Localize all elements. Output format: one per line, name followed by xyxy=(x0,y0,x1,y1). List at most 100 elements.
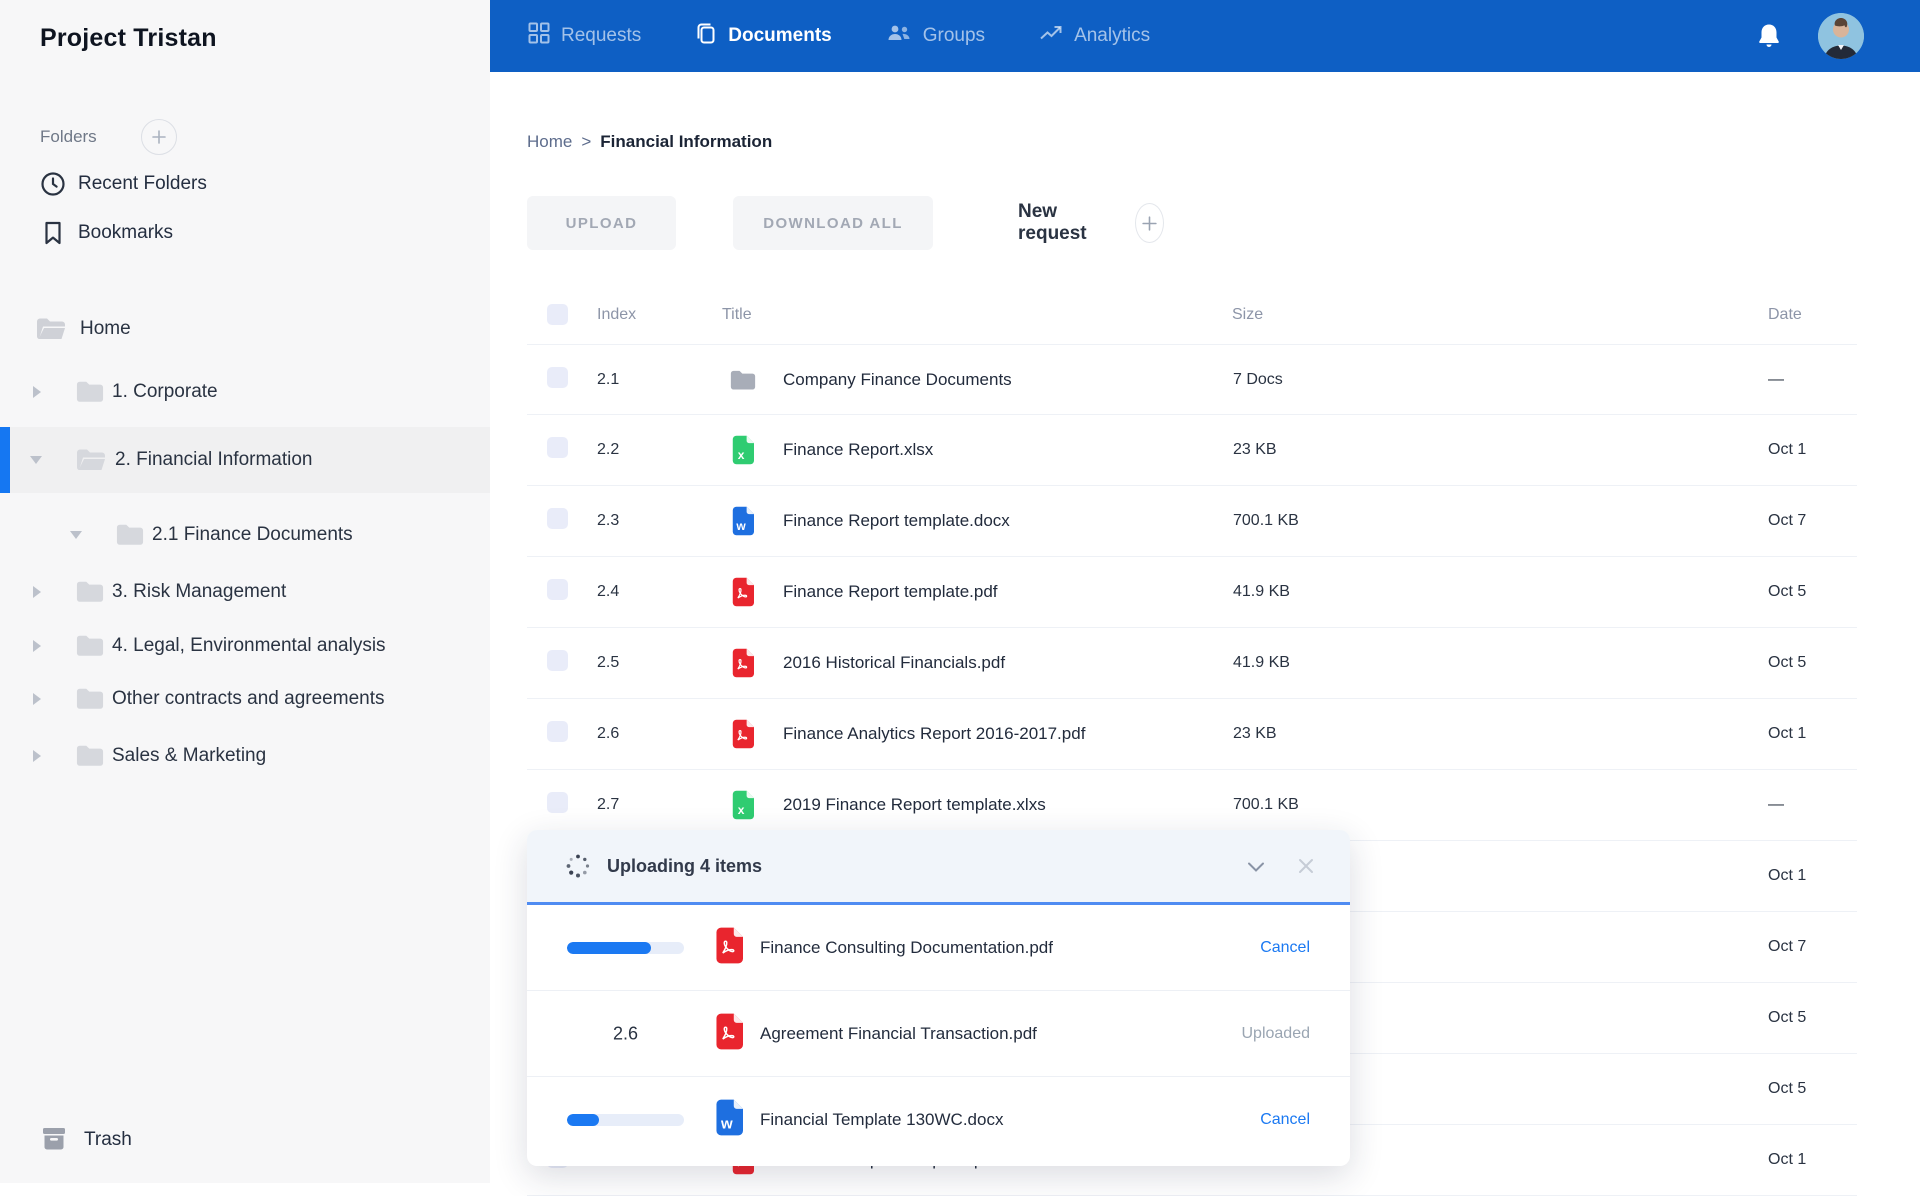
table-row[interactable]: 2.4 Finance Report template.pdf 41.9 KB … xyxy=(527,557,1857,628)
notifications-bell-icon[interactable] xyxy=(1756,22,1782,50)
tree-item-other-contracts[interactable]: Other contracts and agreements xyxy=(0,671,490,727)
pdf-file-icon xyxy=(730,719,756,749)
sidebar: Project Tristan Folders Recent Folders B… xyxy=(0,0,490,1183)
row-title: 2019 Finance Report template.xlxs xyxy=(783,795,1046,815)
row-checkbox[interactable] xyxy=(547,792,568,813)
breadcrumb-home-link[interactable]: Home xyxy=(527,132,572,152)
close-icon[interactable] xyxy=(1298,858,1314,874)
row-checkbox[interactable] xyxy=(547,437,568,458)
sidebar-item-label: Trash xyxy=(84,1129,132,1151)
sidebar-item-recent-folders[interactable]: Recent Folders xyxy=(0,160,490,208)
tab-label: Documents xyxy=(728,25,831,47)
word-file-icon: w xyxy=(730,506,756,536)
tree-item-risk-management[interactable]: 3. Risk Management xyxy=(0,564,490,620)
tree-item-label: 3. Risk Management xyxy=(112,581,286,603)
svg-text:w: w xyxy=(720,1115,733,1132)
tab-documents[interactable]: Documents xyxy=(695,21,831,51)
collapse-chevron-down-icon[interactable] xyxy=(1247,860,1265,872)
upload-item: w Financial Template 130WC.docx Cancel xyxy=(527,1077,1350,1163)
caret-down-icon[interactable] xyxy=(70,531,82,539)
upload-button[interactable]: UPLOAD xyxy=(527,196,676,250)
row-title: Finance Report.xlsx xyxy=(783,440,933,460)
groups-icon xyxy=(886,23,912,49)
progress-bar-fill xyxy=(567,942,651,954)
tree-item-label: Other contracts and agreements xyxy=(112,688,384,710)
caret-right-icon[interactable] xyxy=(33,640,41,652)
main-content: Home > Financial Information UPLOAD DOWN… xyxy=(490,72,1920,1183)
breadcrumb-current: Financial Information xyxy=(600,132,772,152)
tab-groups[interactable]: Groups xyxy=(886,23,985,49)
row-index: 2.2 xyxy=(597,441,619,459)
word-file-icon: w xyxy=(713,1099,743,1141)
new-request-button[interactable]: New request xyxy=(1018,196,1164,250)
table-row[interactable]: 2.5 2016 Historical Financials.pdf 41.9 … xyxy=(527,628,1857,699)
table-row[interactable]: 2.2 x Finance Report.xlsx 23 KB Oct 1 xyxy=(527,415,1857,486)
tree-item-financial-information[interactable]: 2. Financial Information xyxy=(0,427,490,493)
tree-item-legal-environmental[interactable]: 4. Legal, Environmental analysis xyxy=(0,618,490,674)
add-folder-icon[interactable] xyxy=(141,119,177,155)
row-checkbox[interactable] xyxy=(547,650,568,671)
row-checkbox[interactable] xyxy=(547,367,568,388)
upload-item: 2.6 Agreement Financial Transaction.pdf … xyxy=(527,991,1350,1077)
tree-item-finance-documents[interactable]: 2.1 Finance Documents xyxy=(0,507,490,563)
row-index: 2.7 xyxy=(597,796,619,814)
row-date: Oct 1 xyxy=(1768,867,1806,885)
table-row[interactable]: 2.1 Company Finance Documents 7 Docs — xyxy=(527,344,1857,415)
column-header-date: Date xyxy=(1768,306,1802,324)
sidebar-item-label: Recent Folders xyxy=(78,173,207,195)
sidebar-item-trash[interactable]: Trash xyxy=(0,1112,490,1168)
row-date: Oct 1 xyxy=(1768,1151,1806,1169)
tree-item-label: 2. Financial Information xyxy=(115,449,313,471)
grid-icon xyxy=(528,22,550,50)
cancel-upload-link[interactable]: Cancel xyxy=(1260,1111,1310,1129)
cancel-upload-link[interactable]: Cancel xyxy=(1260,939,1310,957)
row-title: Finance Report template.docx xyxy=(783,511,1010,531)
tab-requests[interactable]: Requests xyxy=(528,22,641,50)
clock-icon xyxy=(40,171,66,197)
excel-file-icon: x xyxy=(730,435,756,465)
caret-right-icon[interactable] xyxy=(33,693,41,705)
row-checkbox[interactable] xyxy=(547,579,568,600)
row-title: 2016 Historical Financials.pdf xyxy=(783,653,1005,673)
row-date: Oct 1 xyxy=(1768,725,1806,743)
caret-right-icon[interactable] xyxy=(33,386,41,398)
download-all-button[interactable]: DOWNLOAD ALL xyxy=(733,196,933,250)
sidebar-item-bookmarks[interactable]: Bookmarks xyxy=(0,209,490,257)
tree-item-sales-marketing[interactable]: Sales & Marketing xyxy=(0,728,490,784)
trash-icon xyxy=(40,1125,68,1156)
tab-analytics[interactable]: Analytics xyxy=(1039,23,1150,49)
folder-icon xyxy=(76,744,104,768)
caret-right-icon[interactable] xyxy=(33,586,41,598)
row-date: Oct 5 xyxy=(1768,1009,1806,1027)
folders-section-label: Folders xyxy=(40,127,97,147)
row-index: 2.4 xyxy=(597,583,619,601)
folder-icon xyxy=(76,580,104,604)
progress-bar-fill xyxy=(567,1114,599,1126)
row-date: Oct 5 xyxy=(1768,654,1806,672)
tree-item-home[interactable]: Home xyxy=(0,301,490,357)
select-all-checkbox[interactable] xyxy=(547,304,568,325)
row-checkbox[interactable] xyxy=(547,721,568,742)
svg-text:w: w xyxy=(735,519,746,533)
upload-panel-header: Uploading 4 items xyxy=(527,830,1350,905)
folder-icon xyxy=(76,687,104,711)
progress-bar xyxy=(567,942,684,954)
row-checkbox[interactable] xyxy=(547,508,568,529)
caret-down-icon[interactable] xyxy=(30,456,42,464)
excel-file-icon: x xyxy=(730,790,756,820)
top-nav: Requests Documents Groups Analytics xyxy=(490,0,1920,72)
row-size: 41.9 KB xyxy=(1233,654,1290,672)
tab-label: Requests xyxy=(561,25,641,47)
tree-item-corporate[interactable]: 1. Corporate xyxy=(0,364,490,420)
table-row[interactable]: 2.3 w Finance Report template.docx 700.1… xyxy=(527,486,1857,557)
upload-file-name: Finance Consulting Documentation.pdf xyxy=(760,938,1053,958)
pdf-file-icon xyxy=(730,648,756,678)
row-date: — xyxy=(1768,371,1784,389)
caret-right-icon[interactable] xyxy=(33,750,41,762)
row-index: 2.6 xyxy=(597,725,619,743)
row-index: 2.5 xyxy=(597,654,619,672)
folder-icon xyxy=(730,369,756,390)
row-date: Oct 5 xyxy=(1768,583,1806,601)
user-avatar[interactable] xyxy=(1818,13,1864,59)
table-row[interactable]: 2.6 Finance Analytics Report 2016-2017.p… xyxy=(527,699,1857,770)
